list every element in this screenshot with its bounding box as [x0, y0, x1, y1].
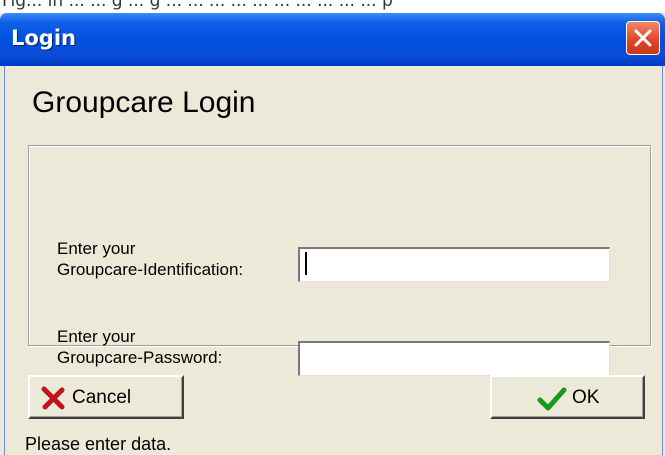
password-label-line2: Groupcare-Password: [57, 348, 223, 367]
close-button[interactable] [626, 21, 660, 55]
close-icon [634, 29, 652, 47]
ok-button[interactable]: OK [490, 375, 645, 419]
password-label-line1: Enter your [57, 327, 136, 346]
identification-label: Enter your Groupcare-Identification: [57, 238, 243, 280]
text-caret [305, 252, 307, 275]
password-input[interactable] [298, 341, 610, 376]
background-caption-text: Fig... in ... ... g ... g ... ... ... ..… [2, 0, 393, 11]
identification-input[interactable] [298, 247, 610, 282]
green-check-icon [537, 387, 567, 411]
title-bar[interactable]: Login [0, 13, 665, 66]
background-caption-strip: Fig... in ... ... g ... g ... ... ... ..… [0, 0, 665, 13]
cancel-button[interactable]: Cancel [28, 375, 184, 419]
dialog-body: Groupcare Login Enter your Groupcare-Ide… [4, 66, 663, 455]
window-title: Login [11, 26, 76, 50]
red-x-icon [41, 386, 65, 410]
password-label: Enter your Groupcare-Password: [57, 326, 222, 368]
status-message: Please enter data. [25, 434, 172, 454]
page-title: Groupcare Login [32, 86, 256, 119]
login-dialog: Login Groupcare Login Enter your Groupca… [0, 13, 665, 455]
identification-label-line2: Groupcare-Identification: [57, 260, 244, 279]
cancel-button-label: Cancel [72, 387, 132, 408]
identification-label-line1: Enter your [57, 239, 136, 258]
ok-button-label: OK [572, 387, 600, 408]
